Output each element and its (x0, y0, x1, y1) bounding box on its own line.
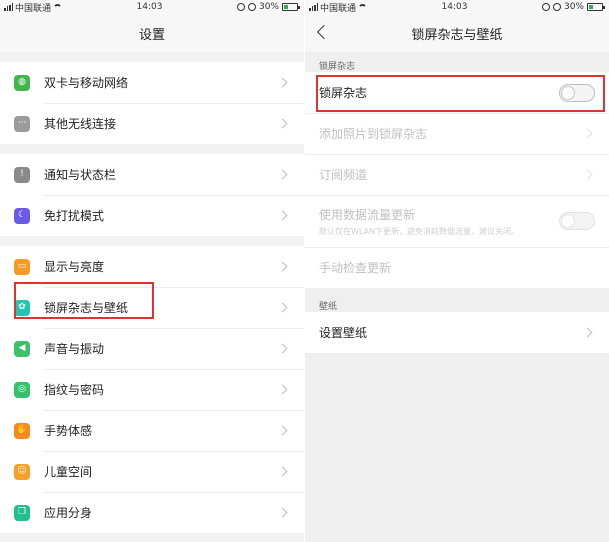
settings-row[interactable]: ❐ 应用分身 (0, 492, 304, 533)
mobile-data-update-row: 使用数据流量更新 默认仅在WLAN下更新，避免消耗数据流量，建议关闭。 (305, 195, 609, 247)
settings-row[interactable]: ◍ 双卡与移动网络 (0, 62, 304, 103)
mobile-data-toggle-switch (559, 212, 595, 230)
settings-row[interactable]: ☺ 儿童空间 (0, 451, 304, 492)
mobile-data-update-hint: 默认仅在WLAN下更新，避免消耗数据流量，建议关闭。 (319, 226, 520, 236)
add-photos-label: 添加照片到锁屏杂志 (319, 127, 428, 141)
ringtone-icon (552, 3, 561, 11)
child-icon: ☺ (14, 463, 30, 480)
wifi-icon (358, 3, 368, 11)
subscribe-channels-label: 订阅频道 (319, 168, 368, 182)
chevron-right-icon (582, 169, 593, 180)
chevron-right-icon (277, 425, 288, 436)
display-icon: ▭ (14, 258, 30, 275)
settings-row[interactable]: ✿ 锁屏杂志与壁纸 (0, 287, 304, 328)
settings-group: ! 通知与状态栏 ☾ 免打扰模式 (0, 154, 304, 236)
back-arrow-icon[interactable] (316, 24, 332, 40)
settings-row[interactable]: ▭ 显示与亮度 (0, 246, 304, 287)
chevron-right-icon (582, 128, 593, 139)
settings-row-label: 儿童空间 (44, 465, 93, 479)
battery-fill (589, 5, 593, 9)
settings-row-label: 免打扰模式 (44, 209, 105, 223)
settings-row-label: 显示与亮度 (44, 260, 105, 274)
chevron-right-icon (277, 466, 288, 477)
settings-group: ◍ 双卡与移动网络 ··· 其他无线连接 (0, 62, 304, 144)
notice-icon: ! (14, 166, 30, 183)
signal-icon (309, 3, 318, 11)
settings-row[interactable]: ··· 其他无线连接 (0, 103, 304, 144)
moon-icon: ☾ (14, 207, 30, 224)
settings-row[interactable]: ◎ 指纹与密码 (0, 369, 304, 410)
settings-row-label: 双卡与移动网络 (44, 76, 129, 90)
subscribe-channels-row: 订阅频道 (305, 154, 609, 195)
battery-fill (284, 5, 288, 9)
settings-row-label: 其他无线连接 (44, 117, 117, 131)
settings-row[interactable]: ! 通知与状态栏 (0, 154, 304, 195)
status-bar: 中国联通 14:03 30% (0, 0, 304, 14)
settings-row[interactable]: ☾ 免打扰模式 (0, 195, 304, 236)
fingerprint-icon: ◎ (14, 381, 30, 398)
speaker-icon: ◀ (14, 340, 30, 357)
chevron-right-icon (277, 507, 288, 518)
carrier-label: 中国联通 (320, 3, 357, 14)
settings-group: ▭ 显示与亮度 ✿ 锁屏杂志与壁纸 ◀ 声音与振动 ◎ 指纹与密码 ✋ 手势体感 ☺ 儿童空间 ❐ 应用分… (0, 246, 304, 533)
chevron-right-icon (277, 343, 288, 354)
clock: 14:03 (136, 2, 163, 12)
magazine-settings-group: 锁屏杂志 添加照片到锁屏杂志 订阅频道 使用数据流量更新 默认仅在WLAN下更新… (305, 72, 609, 288)
magazine-toggle-switch[interactable] (559, 83, 595, 102)
chevron-right-icon (277, 169, 288, 180)
chevron-right-icon (582, 327, 593, 338)
alarm-icon (236, 3, 245, 11)
signal-icon (4, 3, 13, 11)
wifi-icon (53, 3, 63, 11)
chevron-right-icon (277, 77, 288, 88)
battery-percent: 30% (258, 2, 279, 12)
section-header-magazine: 锁屏杂志 (305, 52, 609, 72)
settings-screen: 中国联通 14:03 30% 设置 ◍ 双卡与移动网络 ··· 其他无线连接! 通知与状… (0, 0, 304, 542)
settings-row-label: 声音与振动 (44, 342, 105, 356)
section-header-wallpaper: 壁纸 (305, 292, 609, 312)
settings-row-label: 锁屏杂志与壁纸 (44, 301, 129, 315)
nav-header: 锁屏杂志与壁纸 (305, 14, 609, 52)
manual-update-row: 手动检查更新 (305, 247, 609, 288)
chevron-right-icon (277, 302, 288, 313)
lockscreen-magazine-screen: 中国联通 14:03 30% 锁屏杂志与壁纸 锁屏杂志 锁屏杂志 添加照片到锁屏… (305, 0, 609, 542)
chevron-right-icon (277, 384, 288, 395)
ringtone-icon (247, 3, 256, 11)
settings-row-label: 应用分身 (44, 506, 93, 520)
battery-icon (282, 3, 300, 11)
clock: 14:03 (441, 2, 468, 12)
clone-icon: ❐ (14, 504, 30, 521)
set-wallpaper-label: 设置壁纸 (319, 326, 368, 340)
hand-icon: ✋ (14, 422, 30, 439)
page-title: 锁屏杂志与壁纸 (411, 27, 503, 43)
magazine-toggle-label: 锁屏杂志 (319, 86, 368, 100)
settings-list: ◍ 双卡与移动网络 ··· 其他无线连接! 通知与状态栏 ☾ 免打扰模式 ▭ 显示与亮度 ✿ 锁屏杂… (0, 62, 304, 533)
settings-row[interactable]: ✋ 手势体感 (0, 410, 304, 451)
carrier-label: 中国联通 (15, 3, 52, 14)
manual-update-label: 手动检查更新 (319, 261, 392, 275)
settings-row-label: 手势体感 (44, 424, 93, 438)
magazine-toggle-row[interactable]: 锁屏杂志 (305, 72, 609, 113)
chevron-right-icon (277, 118, 288, 129)
battery-percent: 30% (563, 2, 584, 12)
settings-row-label: 指纹与密码 (44, 383, 105, 397)
more-icon: ··· (14, 115, 30, 132)
status-bar: 中国联通 14:03 30% (305, 0, 609, 14)
globe-icon: ◍ (14, 74, 30, 91)
page-title: 设置 (0, 14, 304, 52)
chevron-right-icon (277, 261, 288, 272)
chevron-right-icon (277, 210, 288, 221)
set-wallpaper-row[interactable]: 设置壁纸 (305, 312, 609, 353)
settings-row-label: 通知与状态栏 (44, 168, 117, 182)
battery-icon (587, 3, 605, 11)
mobile-data-update-label: 使用数据流量更新 (319, 207, 416, 222)
add-photos-row: 添加照片到锁屏杂志 (305, 113, 609, 154)
alarm-icon (541, 3, 550, 11)
settings-row[interactable]: ◀ 声音与振动 (0, 328, 304, 369)
flower-icon: ✿ (14, 299, 30, 316)
